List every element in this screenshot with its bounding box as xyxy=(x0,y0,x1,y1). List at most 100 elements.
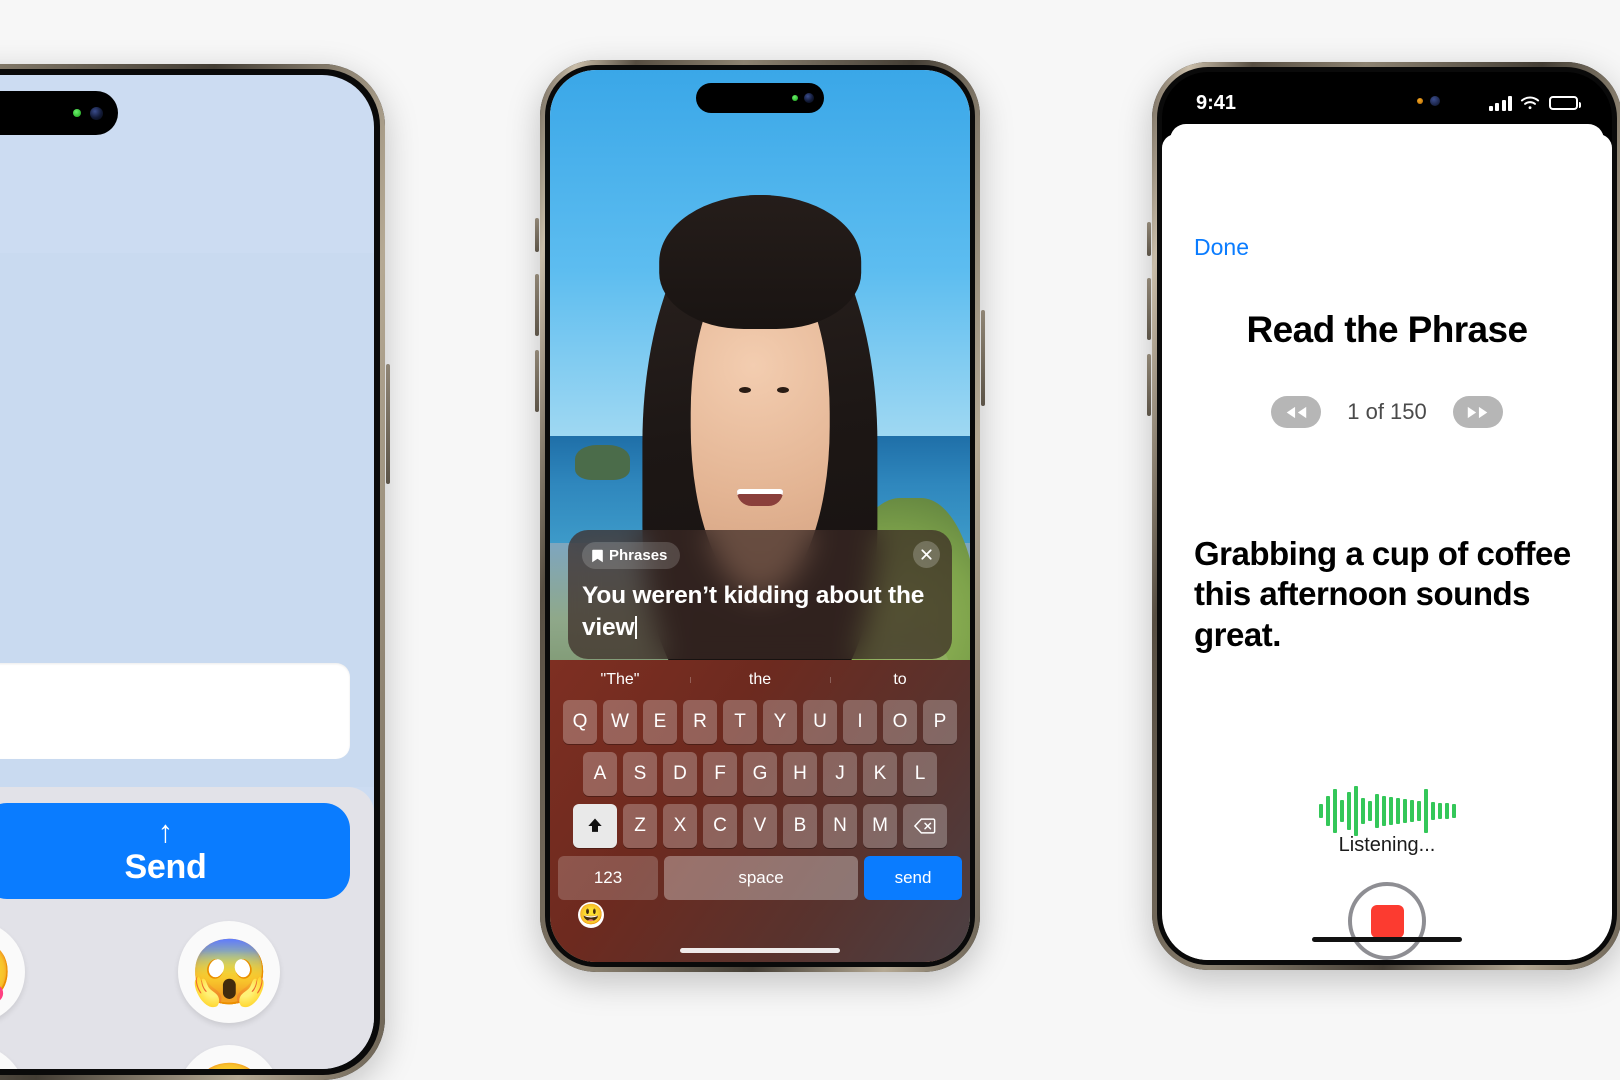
phrase-text-field[interactable]: You weren’t kidding about the view xyxy=(582,580,938,643)
key-x[interactable]: X xyxy=(663,804,697,848)
key-f[interactable]: F xyxy=(703,752,737,796)
key-j[interactable]: J xyxy=(823,752,857,796)
phrases-chip[interactable]: Phrases xyxy=(582,542,681,569)
key-c[interactable]: C xyxy=(703,804,737,848)
waveform-bar xyxy=(1381,796,1386,826)
fast-forward-icon[interactable] xyxy=(1452,396,1503,428)
key-v[interactable]: V xyxy=(743,804,777,848)
slight-frown-emoji[interactable]: 🙁 xyxy=(178,1045,281,1069)
key-z[interactable]: Z xyxy=(623,804,657,848)
volume-up-button[interactable] xyxy=(1147,278,1151,340)
close-icon[interactable] xyxy=(913,541,940,568)
screenshot-stage: Mom 😀😀😀 xyxy=(0,0,1620,1080)
green-indicator-icon xyxy=(73,109,81,117)
grinning-big-eyes-emoji[interactable]: 😃 xyxy=(0,1045,25,1069)
person-bangs xyxy=(659,194,861,329)
key-o[interactable]: O xyxy=(883,700,917,744)
waveform-bar xyxy=(1325,796,1330,826)
waveform-bar xyxy=(1451,804,1456,818)
key-q[interactable]: Q xyxy=(563,700,597,744)
emoji-picker-grid: 😍😋😱🤣😃🙁😊😄😐 xyxy=(0,913,354,1069)
screaming-emoji[interactable]: 😱 xyxy=(178,921,281,1023)
status-time: 9:41 xyxy=(1196,91,1237,114)
shift-key[interactable] xyxy=(573,804,617,848)
yum-emoji[interactable]: 😋 xyxy=(0,921,25,1023)
send-button-label: Send xyxy=(124,847,207,886)
power-button[interactable] xyxy=(386,364,390,484)
key-s[interactable]: S xyxy=(623,752,657,796)
home-indicator[interactable] xyxy=(1312,937,1462,942)
up-arrow-icon: ↑ xyxy=(157,813,174,849)
mute-switch[interactable] xyxy=(1147,222,1151,256)
action-panel: ↓ Back ↑ Send 😍😋😱🤣😃🙁😊😄😐 xyxy=(0,787,374,1069)
page-title: Read the Phrase xyxy=(1246,309,1529,350)
message-input[interactable]: 😀😀😀 xyxy=(0,663,350,759)
numbers-key[interactable]: 123 xyxy=(558,856,658,900)
key-b[interactable]: B xyxy=(783,804,817,848)
key-w[interactable]: W xyxy=(603,700,637,744)
emoji-cell: 😋 xyxy=(0,913,99,1031)
key-m[interactable]: M xyxy=(863,804,897,848)
suggestion-3[interactable]: to xyxy=(830,671,970,689)
suggestion-1[interactable]: "The" xyxy=(550,671,690,689)
key-k[interactable]: K xyxy=(863,752,897,796)
key-y[interactable]: Y xyxy=(763,700,797,744)
key-r[interactable]: R xyxy=(683,700,717,744)
key-t[interactable]: T xyxy=(723,700,757,744)
done-button[interactable]: Done xyxy=(1194,234,1249,261)
home-indicator[interactable] xyxy=(680,948,840,953)
space-key[interactable]: space xyxy=(664,856,858,900)
emoji-face-icon[interactable]: 😃 xyxy=(578,902,604,928)
key-a[interactable]: A xyxy=(583,752,617,796)
action-button-row: ↓ Back ↑ Send xyxy=(0,803,350,899)
listening-status: Listening... xyxy=(1338,834,1436,856)
key-l[interactable]: L xyxy=(903,752,937,796)
power-button[interactable] xyxy=(981,310,985,406)
waveform-bar xyxy=(1437,803,1442,819)
phone-center-screen: Phrases You weren’t kidding about the vi… xyxy=(550,70,970,962)
key-h[interactable]: H xyxy=(783,752,817,796)
cellular-bars-icon xyxy=(1488,95,1512,111)
waveform-bar xyxy=(1353,786,1358,836)
person-eye-left xyxy=(739,386,751,393)
suggestion-2[interactable]: the xyxy=(690,671,830,689)
phrase-text: You weren’t kidding about the view xyxy=(582,582,925,641)
front-camera-icon xyxy=(90,106,103,120)
conversation-header: Mom xyxy=(0,161,374,253)
waveform-bar xyxy=(1430,802,1435,820)
waveform-bar xyxy=(1423,789,1428,833)
waveform-bar xyxy=(1367,801,1372,821)
waveform-bar xyxy=(1388,797,1393,825)
phrases-chip-label: Phrases xyxy=(609,547,668,564)
waveform-bar xyxy=(1346,792,1351,830)
audio-waveform xyxy=(1162,784,1612,838)
key-g[interactable]: G xyxy=(743,752,777,796)
dynamic-island xyxy=(1323,86,1451,116)
green-indicator-icon xyxy=(792,95,798,101)
waveform-bar xyxy=(1409,800,1414,822)
text-caret xyxy=(635,615,638,639)
send-key[interactable]: send xyxy=(864,856,962,900)
wifi-icon xyxy=(1520,96,1540,110)
stop-recording-button[interactable] xyxy=(1348,882,1426,960)
rewind-icon[interactable] xyxy=(1271,396,1322,428)
key-e[interactable]: E xyxy=(643,700,677,744)
key-i[interactable]: I xyxy=(843,700,877,744)
emoji-cell: 😃 xyxy=(0,1037,99,1069)
volume-up-button[interactable] xyxy=(535,274,539,336)
mute-switch[interactable] xyxy=(535,218,539,252)
front-camera-icon xyxy=(804,93,814,103)
delete-key[interactable] xyxy=(903,804,947,848)
volume-down-button[interactable] xyxy=(535,350,539,412)
key-p[interactable]: P xyxy=(923,700,957,744)
key-d[interactable]: D xyxy=(663,752,697,796)
keyboard-bottom-row: 123 space send xyxy=(550,856,970,900)
phrase-to-read: Grabbing a cup of coffee this afternoon … xyxy=(1194,535,1571,653)
key-n[interactable]: N xyxy=(823,804,857,848)
phone-right-screen: 9:41 Done Read the Phrase 1 of 150 Grabb… xyxy=(1162,72,1612,960)
orange-indicator-icon xyxy=(1417,98,1423,104)
island-shape xyxy=(575,444,630,481)
key-u[interactable]: U xyxy=(803,700,837,744)
send-button[interactable]: ↑ Send xyxy=(0,803,350,899)
volume-down-button[interactable] xyxy=(1147,354,1151,416)
